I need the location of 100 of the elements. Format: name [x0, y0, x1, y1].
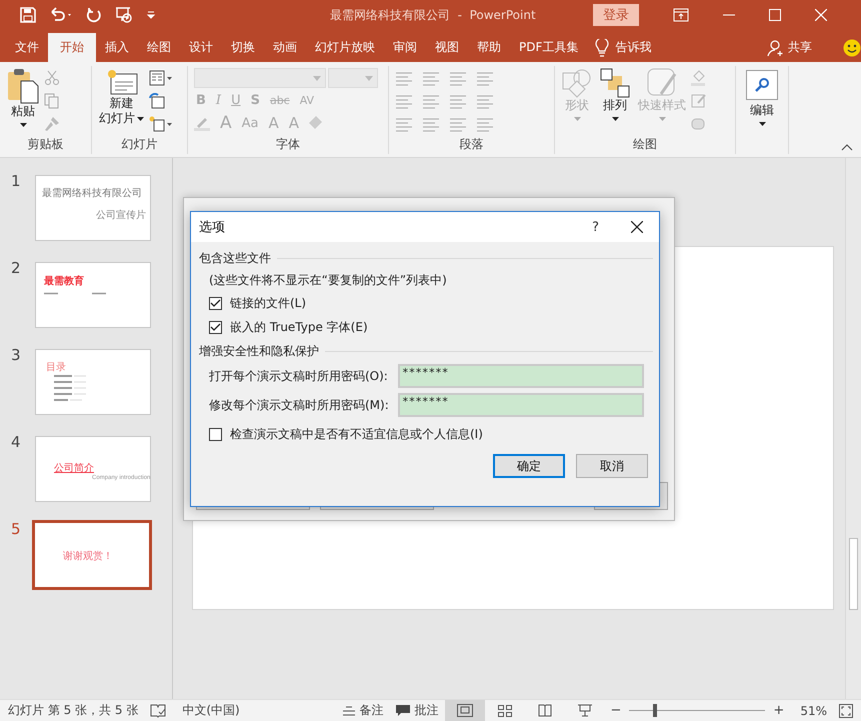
group-label: 字体: [275, 136, 301, 153]
notes-button[interactable]: 备注: [342, 702, 384, 719]
slide-title: 目录: [46, 361, 66, 374]
shapes-icon: [562, 68, 592, 98]
caret-icon: [313, 76, 321, 80]
section-heading: 增强安全性和隐私保护: [199, 342, 319, 360]
group-label: 幻灯片: [120, 136, 158, 153]
ribbon-tab[interactable]: 设计: [180, 33, 222, 62]
ribbon-display-icon[interactable]: [673, 8, 689, 22]
checkbox-label: 链接的文件(L): [230, 294, 306, 312]
password-field[interactable]: *******: [398, 364, 644, 388]
zoom-in-button[interactable]: +: [773, 703, 784, 718]
redo-icon[interactable]: [86, 7, 102, 23]
notes-icon: [342, 706, 355, 716]
slide-thumbnail[interactable]: 最需网络科技有限公司 公司宣传片: [35, 175, 151, 241]
password-field[interactable]: *******: [398, 393, 644, 417]
ribbon-tab[interactable]: 开始: [48, 33, 96, 62]
smiley-icon[interactable]: [843, 38, 861, 56]
slide-count: 幻灯片 第 5 张，共 5 张: [8, 702, 138, 719]
slide-title: 谢谢观赏！: [63, 550, 113, 563]
arrange-button[interactable]: 排列: [597, 66, 633, 136]
caret-icon: [758, 122, 766, 126]
caret-icon: [612, 117, 618, 121]
group-label: 剪贴板: [26, 136, 64, 153]
lightbulb-icon: [595, 38, 610, 56]
reset-icon[interactable]: [149, 93, 165, 109]
comment-icon: [396, 704, 410, 716]
ribbon-tab[interactable]: 绘图: [138, 33, 180, 62]
ribbon-tab[interactable]: 帮助: [468, 33, 510, 62]
group-label: 绘图: [632, 136, 658, 153]
slide-number: 4: [10, 433, 22, 451]
section-heading: 包含这些文件: [199, 250, 271, 266]
checkbox-label: 嵌入的 TrueType 字体(E): [230, 318, 368, 336]
ribbon-tab[interactable]: 审阅: [384, 33, 426, 62]
clipboard-icon: [7, 68, 39, 104]
comments-button[interactable]: 批注: [396, 702, 439, 719]
spell-check-icon[interactable]: [150, 704, 166, 718]
slide-title: 最需教育: [44, 274, 84, 288]
ribbon-tab[interactable]: 文件: [6, 33, 48, 62]
help-button[interactable]: ?: [592, 220, 599, 234]
ribbon-tab[interactable]: 视图: [426, 33, 468, 62]
slide-number: 5: [10, 520, 22, 538]
ribbon-tab[interactable]: 幻灯片放映: [306, 33, 384, 62]
slide-subtitle: 公司宣传片: [96, 208, 146, 222]
person-add-icon[interactable]: [767, 38, 785, 56]
checkbox[interactable]: [209, 296, 222, 310]
zoom-level[interactable]: 51%: [800, 704, 827, 718]
scrollbar[interactable]: [845, 158, 861, 699]
ribbon-tab[interactable]: PDF工具集: [510, 33, 588, 62]
new-slide-button[interactable]: 新建 幻灯片: [96, 66, 147, 136]
cancel-button[interactable]: 取消: [576, 454, 648, 478]
slide-number: 3: [10, 346, 22, 364]
search-icon: [754, 77, 770, 93]
field-label: 打开每个演示文稿时所用密码(O):: [209, 368, 389, 384]
slide-thumbnail[interactable]: 最需教育: [35, 262, 151, 328]
arrange-icon: [600, 68, 630, 98]
fit-to-window-icon[interactable]: [839, 704, 853, 718]
window-title: 最需网络科技有限公司 - PowerPoint: [330, 6, 536, 24]
caret-icon: [20, 123, 26, 127]
customize-icon[interactable]: [146, 10, 156, 20]
checkbox[interactable]: [209, 428, 222, 440]
ribbon-tab[interactable]: 切换: [222, 33, 264, 62]
slide-thumbnail[interactable]: 目录: [35, 349, 151, 415]
layout-icon[interactable]: [149, 70, 173, 86]
zoom-out-button[interactable]: −: [610, 703, 622, 718]
editing-button[interactable]: 编辑: [743, 68, 781, 128]
paste-button[interactable]: 粘贴: [4, 66, 42, 136]
slide-number: 2: [10, 259, 22, 277]
minimize-icon[interactable]: [723, 14, 735, 16]
caret-icon: [574, 117, 580, 121]
dialog-title: 选项: [199, 219, 225, 236]
close-icon[interactable]: [631, 221, 643, 233]
note-text: (这些文件将不显示在“要复制的文件”列表中): [209, 272, 448, 289]
ribbon-tab[interactable]: 插入: [96, 33, 138, 62]
new-slide-icon: [106, 68, 138, 96]
group-label: 段落: [458, 136, 484, 153]
caret-icon: [658, 117, 666, 121]
ok-button[interactable]: 确定: [493, 454, 565, 478]
zoom-slider-thumb[interactable]: [652, 704, 657, 717]
ribbon-tab[interactable]: 动画: [264, 33, 306, 62]
quick-styles-icon: [647, 68, 677, 98]
normal-view-icon[interactable]: [444, 700, 485, 721]
caret-icon: [365, 76, 373, 80]
slide-number: 1: [10, 172, 22, 190]
slide-title: 公司简介: [54, 462, 94, 474]
share-button[interactable]: 共享: [785, 33, 821, 62]
language-indicator[interactable]: 中文(中国): [182, 702, 240, 719]
slide-title: 最需网络科技有限公司: [42, 186, 142, 200]
tell-me-button[interactable]: 告诉我: [609, 33, 660, 62]
checkbox-label: 检查演示文稿中是否有不适宜信息或个人信息(I): [230, 426, 483, 442]
section-icon[interactable]: [149, 116, 173, 132]
slide-thumbnail[interactable]: 谢谢观赏！: [32, 520, 152, 590]
checkbox[interactable]: [209, 320, 222, 334]
presentation-icon[interactable]: [114, 6, 134, 24]
save-icon[interactable]: [20, 7, 36, 23]
caret-icon: [137, 116, 144, 120]
collapse-ribbon-icon[interactable]: [841, 144, 853, 151]
field-label: 修改每个演示文稿时所用密码(M):: [209, 396, 390, 414]
maximize-icon[interactable]: [769, 9, 781, 21]
login-button[interactable]: 登录: [593, 4, 639, 26]
